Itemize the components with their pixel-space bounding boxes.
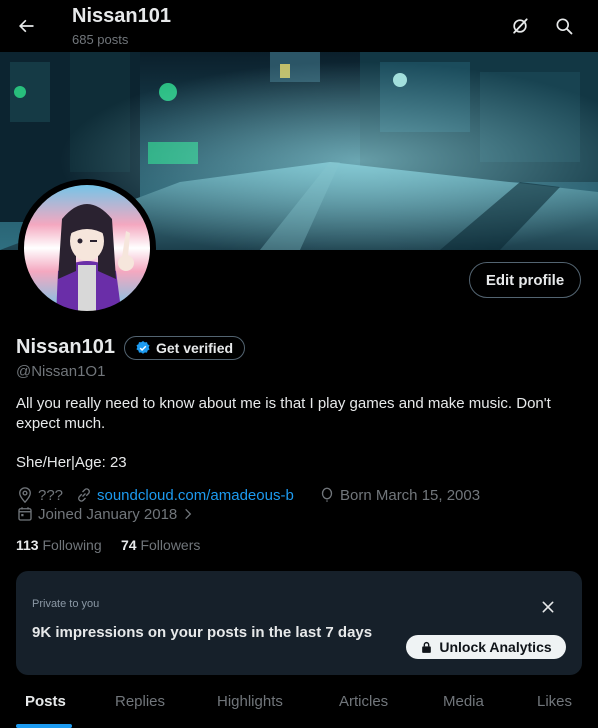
tab-posts[interactable]: Posts bbox=[25, 693, 66, 710]
edit-profile-button[interactable]: Edit profile bbox=[469, 262, 581, 298]
analytics-caption: Private to you bbox=[32, 598, 100, 610]
joined-text: Joined January 2018 bbox=[38, 505, 178, 523]
analytics-headline: 9K impressions on your posts in the last… bbox=[32, 624, 373, 641]
calendar-icon bbox=[18, 507, 32, 521]
profile-bio-pronouns: She/Her|Age: 23 bbox=[16, 454, 127, 471]
following-link[interactable]: 113 Following bbox=[16, 537, 102, 553]
tab-articles[interactable]: Articles bbox=[339, 693, 388, 710]
location-icon bbox=[19, 487, 31, 504]
search-button[interactable] bbox=[546, 8, 582, 44]
birthdate-item: Born March 15, 2003 bbox=[318, 486, 480, 504]
balloon-icon bbox=[321, 487, 333, 502]
back-arrow-icon bbox=[19, 19, 34, 33]
header-post-count: 685 posts bbox=[72, 32, 129, 47]
unlock-analytics-label: Unlock Analytics bbox=[439, 639, 552, 655]
tab-likes[interactable]: Likes bbox=[537, 693, 572, 710]
following-count: 113 bbox=[16, 537, 39, 553]
profile-bio: All you really need to know about me is … bbox=[16, 395, 551, 432]
tab-highlights[interactable]: Highlights bbox=[217, 693, 283, 710]
profile-name: Nissan101 bbox=[16, 336, 115, 358]
followers-link[interactable]: 74 Followers bbox=[121, 537, 200, 553]
link-icon bbox=[78, 488, 90, 502]
grok-icon bbox=[513, 18, 528, 34]
header-title: Nissan101 bbox=[72, 5, 171, 27]
lock-icon bbox=[422, 641, 432, 653]
get-verified-label: Get verified bbox=[156, 340, 234, 356]
unlock-analytics-button[interactable]: Unlock Analytics bbox=[406, 635, 566, 659]
verified-badge-icon bbox=[136, 341, 150, 354]
following-label: Following bbox=[42, 537, 102, 553]
tab-replies[interactable]: Replies bbox=[115, 693, 165, 710]
website-link[interactable]: soundcloud.com/amadeous-b bbox=[97, 487, 294, 504]
search-icon bbox=[556, 18, 573, 35]
joined-item[interactable]: Joined January 2018 bbox=[16, 505, 195, 523]
dismiss-card-button[interactable] bbox=[534, 593, 562, 621]
back-button[interactable] bbox=[8, 8, 44, 44]
chevron-right-icon bbox=[185, 508, 192, 520]
profile-handle: @Nissan1O1 bbox=[16, 363, 106, 380]
website-item[interactable]: soundcloud.com/amadeous-b bbox=[75, 486, 294, 504]
analytics-card: Private to you 9K impressions on your po… bbox=[16, 571, 582, 675]
profile-avatar[interactable] bbox=[18, 179, 156, 317]
get-verified-button[interactable]: Get verified bbox=[124, 336, 246, 360]
tab-media[interactable]: Media bbox=[443, 693, 484, 710]
birthdate-text: Born March 15, 2003 bbox=[340, 486, 481, 504]
followers-count: 74 bbox=[121, 537, 137, 553]
top-header: Nissan101 685 posts bbox=[0, 0, 598, 52]
profile-tabs: Posts Replies Highlights Articles Media … bbox=[0, 684, 598, 728]
location-item: ??? bbox=[16, 486, 63, 504]
grok-button[interactable] bbox=[502, 8, 538, 44]
close-icon bbox=[542, 601, 554, 613]
active-tab-indicator bbox=[16, 724, 72, 728]
location-text: ??? bbox=[38, 486, 64, 504]
followers-label: Followers bbox=[140, 537, 201, 553]
